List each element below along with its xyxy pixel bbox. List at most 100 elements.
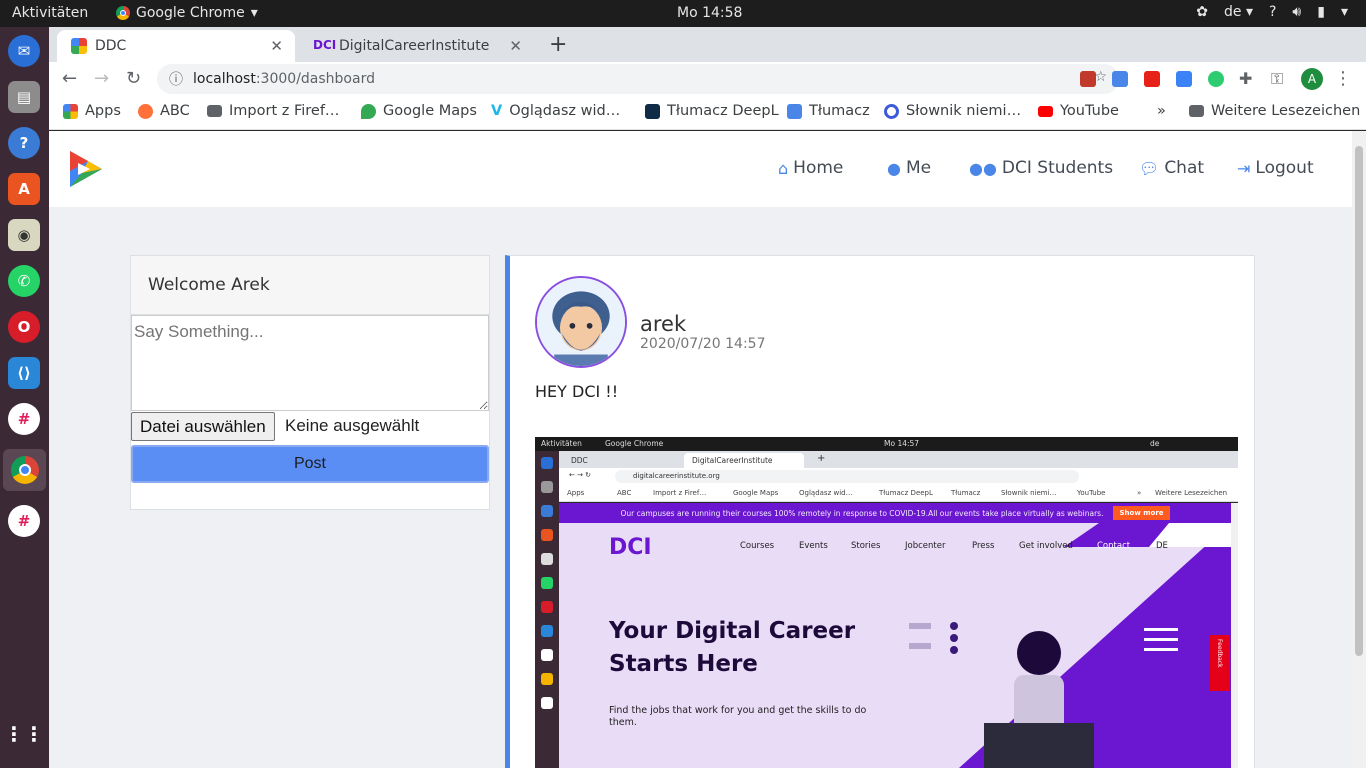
bookmark-label: Apps [85,103,121,119]
bookmark-label: ABC [160,103,190,119]
embedded-show-more: Show more [1113,506,1170,520]
nav-me[interactable]: ● Me [887,158,931,178]
battery-icon[interactable]: ▮ [1317,4,1325,20]
rhythmbox-icon[interactable]: ◉ [8,219,40,251]
activities-button[interactable]: Aktivitäten [12,5,88,21]
extension-icon[interactable] [1176,71,1192,87]
new-tab-button[interactable]: + [549,32,567,57]
nav-logout[interactable]: ⇥ Logout [1237,158,1314,178]
tab-digitalcareerinstitute[interactable]: DCI DigitalCareerInstitute ✕ [299,30,534,62]
bookmark-label: Weitere Lesezeichen [1211,103,1361,119]
thunderbird-icon[interactable]: ✉ [8,35,40,67]
volume-icon[interactable]: 🔊︎ [1292,4,1301,20]
home-icon: ⌂ [778,158,789,178]
dictionary-icon [884,103,899,119]
vscode-icon[interactable]: ⟨⟩ [8,357,40,389]
close-tab-icon[interactable]: ✕ [270,37,283,55]
embedded-bookmark: Oglądasz wid… [799,489,853,497]
help-icon[interactable]: ? [1269,4,1276,20]
embedded-text: de [1150,439,1160,448]
whatsapp-icon[interactable]: ✆ [8,265,40,297]
google-translate-icon [787,103,802,119]
nav-label: DCI Students [1001,158,1114,178]
forward-icon[interactable]: → [94,68,109,89]
bookmark-star-icon[interactable]: ☆ [1094,69,1107,85]
key-icon[interactable]: ⚿ [1271,69,1283,89]
avatar[interactable] [535,276,627,368]
chevron-down-icon[interactable]: ▾ [1341,4,1348,20]
profile-avatar[interactable]: A [1301,68,1323,90]
embedded-top-bar: Aktivitäten Google Chrome Mo 14:57 de [535,437,1238,451]
info-icon[interactable]: ⓘ [169,69,183,89]
clock[interactable]: Mo 14:58 [677,5,742,21]
bookmark-import-folder[interactable]: Import z Firef… [207,103,339,119]
slack-icon[interactable]: # [8,403,40,435]
post-image[interactable]: Aktivitäten Google Chrome Mo 14:57 de DD… [535,437,1238,768]
software-center-icon[interactable]: A [8,173,40,205]
app-menu[interactable]: Google Chrome ▾ [116,5,258,21]
bookmark-abc[interactable]: ABC [138,103,190,119]
dci-favicon-icon: DCI [313,38,337,52]
ubuntu-dock: ✉ ▤ ? A ◉ ✆ O ⟨⟩ # # ⋮⋮ [0,27,49,768]
translate-extension-icon[interactable] [1112,71,1128,87]
back-icon[interactable]: ← [62,68,77,89]
post-textarea[interactable] [131,315,489,411]
extension-icon[interactable] [1080,71,1096,87]
files-icon[interactable]: ▤ [8,81,40,113]
language-indicator[interactable]: de ▾ [1224,4,1253,20]
embedded-headline-line: Your Digital Career [609,618,856,644]
post-button[interactable]: Post [131,445,489,483]
extension-icon[interactable] [1208,71,1224,87]
embedded-nav-item: Jobcenter [905,541,946,551]
system-tray[interactable]: ✿ de ▾ ? 🔊︎ ▮ ▾ [1196,4,1348,20]
slack-tray-icon[interactable]: ✿ [1196,4,1208,20]
ddc-favicon-icon [71,38,87,54]
bookmark-apps[interactable]: Apps [63,103,121,119]
nav-dci-students[interactable]: ●● DCI Students [969,158,1113,178]
tab-title: DigitalCareerInstitute [339,38,490,54]
bookmark-google-maps[interactable]: Google Maps [361,103,477,119]
embedded-url: digitalcareerinstitute.org [615,470,1079,483]
youtube-extension-icon[interactable] [1144,71,1160,87]
choose-file-button[interactable]: Datei auswählen [131,412,275,441]
bookmark-tlumacz[interactable]: Tłumacz [787,103,870,119]
nav-chat[interactable]: 💬︎ Chat [1139,158,1204,178]
bookmark-slownik[interactable]: Słownik niemi… [884,103,1021,119]
bookmarks-overflow-button[interactable]: » [1157,103,1166,119]
ddc-logo-icon[interactable] [68,149,104,189]
nav-label: Logout [1255,158,1314,178]
bookmark-deepl[interactable]: Tłumacz DeepL [645,103,779,119]
extensions-puzzle-icon[interactable]: ✚ [1239,69,1252,88]
address-bar[interactable]: ⓘ localhost:3000/dashboard ☆ [157,64,1119,94]
bookmark-label: Tłumacz [809,103,870,119]
user-icon: ● [887,158,901,178]
chat-icon: 💬︎ [1139,158,1160,178]
tab-ddc[interactable]: DDC ✕ [57,30,295,62]
page-scrollbar[interactable] [1352,131,1366,768]
help-icon[interactable]: ? [8,127,40,159]
page-content: ⌂ Home ● Me ●● DCI Students 💬︎ Chat ⇥ Logout … [49,131,1352,768]
file-status: Keine ausgewählt [285,416,420,435]
embedded-feedback-label: Feedback [1216,639,1223,668]
bookmark-other-folder[interactable]: Weitere Lesezeichen [1189,103,1360,119]
bookmark-ogladasz[interactable]: V Oglądasz wid… [491,103,620,119]
scrollbar-thumb[interactable] [1355,146,1363,656]
browser-toolbar: ← → ↻ ⓘ localhost:3000/dashboard ☆ ✚ ⚿ A… [49,62,1366,96]
opera-icon[interactable]: O [8,311,40,343]
post-username[interactable]: arek [640,312,686,336]
tab-title: DDC [95,38,127,54]
embedded-nav-icons: ← → ↻ [569,471,592,479]
nav-label: Home [793,158,844,178]
nav-home[interactable]: ⌂ Home [778,158,843,178]
close-tab-icon[interactable]: ✕ [509,37,522,55]
apps-grid-icon [63,103,78,119]
slack-icon[interactable]: # [8,505,40,537]
reload-icon[interactable]: ↻ [126,68,141,89]
app-menu-label: Google Chrome [136,5,245,21]
embedded-toolbar: ← → ↻ digitalcareerinstitute.org [559,468,1238,485]
chrome-icon [116,6,130,20]
chrome-dock-icon[interactable] [3,449,46,491]
menu-dots-icon[interactable]: ⋮ [1334,68,1352,89]
show-applications-icon[interactable]: ⋮⋮ [4,718,44,750]
bookmark-youtube[interactable]: YouTube [1038,103,1119,119]
